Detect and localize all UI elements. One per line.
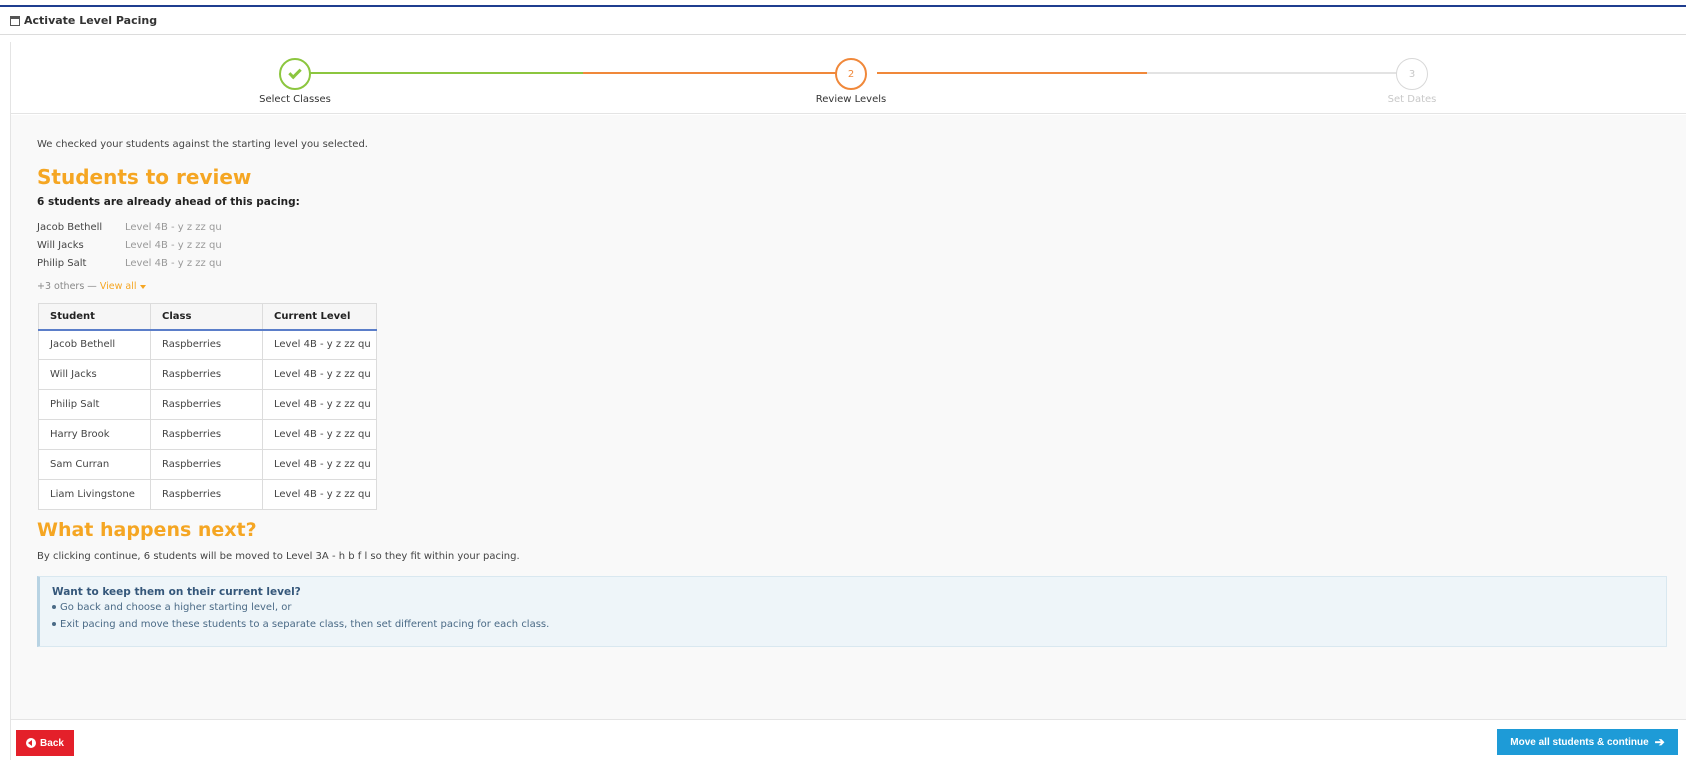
table-row: Jacob Bethell Raspberries Level 4B - y z… xyxy=(38,329,377,360)
cell-student: Philip Salt xyxy=(38,389,151,420)
list-item: Philip Salt Level 4B - y z zz qu xyxy=(37,254,222,272)
cell-class: Raspberries xyxy=(150,479,263,510)
student-name: Jacob Bethell xyxy=(37,221,103,233)
cell-student: Harry Brook xyxy=(38,419,151,450)
others-summary: +3 others — View all xyxy=(37,281,146,292)
cell-class: Raspberries xyxy=(150,449,263,480)
table-header-row: Student Class Current Level xyxy=(38,303,377,331)
bullet-icon xyxy=(52,622,56,626)
step-connector-complete xyxy=(309,72,583,74)
table-row: Harry Brook Raspberries Level 4B - y z z… xyxy=(38,419,377,450)
student-preview-list: Jacob Bethell Level 4B - y z zz qu Will … xyxy=(37,218,222,272)
top-accent-bar xyxy=(0,0,1686,7)
step-3-label: Set Dates xyxy=(1387,94,1437,105)
move-all-continue-button[interactable]: Move all students & continue ➔ xyxy=(1497,729,1678,755)
cell-level: Level 4B - y z zz qu xyxy=(262,449,377,480)
step-connector-complete xyxy=(583,72,846,74)
continue-button-label: Move all students & continue xyxy=(1510,736,1649,748)
others-count: +3 others — xyxy=(37,281,97,292)
student-level: Level 4B - y z zz qu xyxy=(125,221,222,233)
column-header-student: Student xyxy=(38,303,151,331)
cell-student: Will Jacks xyxy=(38,359,151,390)
arrow-circle-left-icon xyxy=(26,738,37,748)
view-all-link[interactable]: View all xyxy=(100,281,146,292)
step-2-circle: 2 xyxy=(835,58,867,90)
stepper: 2 3 Select Classes Review Levels Set Dat… xyxy=(11,42,1686,114)
step-1-label: Select Classes xyxy=(259,94,331,105)
what-happens-next-text: By clicking continue, 6 students will be… xyxy=(37,551,520,562)
step-2-number: 2 xyxy=(847,68,855,80)
students-table: Student Class Current Level Jacob Bethel… xyxy=(38,303,377,510)
cell-student: Sam Curran xyxy=(38,449,151,480)
step-connector-upcoming xyxy=(1147,72,1407,74)
step-2-label: Review Levels xyxy=(815,94,887,105)
table-row: Philip Salt Raspberries Level 4B - y z z… xyxy=(38,389,377,420)
back-button-label: Back xyxy=(40,737,64,749)
info-callout: Want to keep them on their current level… xyxy=(37,576,1667,647)
info-bullet: Go back and choose a higher starting lev… xyxy=(52,602,1654,619)
table-row: Sam Curran Raspberries Level 4B - y z zz… xyxy=(38,449,377,480)
student-name: Will Jacks xyxy=(37,239,84,251)
title-bar: Activate Level Pacing xyxy=(0,7,1686,35)
what-happens-next-heading: What happens next? xyxy=(37,519,257,541)
calendar-icon xyxy=(10,15,20,26)
back-button[interactable]: Back xyxy=(16,730,74,756)
list-item: Jacob Bethell Level 4B - y z zz qu xyxy=(37,218,222,236)
step-3-number: 3 xyxy=(1408,68,1416,80)
step-connector-current xyxy=(877,72,1147,74)
info-bullet-text: Exit pacing and move these students to a… xyxy=(60,619,550,630)
cell-class: Raspberries xyxy=(150,359,263,390)
page-title: Activate Level Pacing xyxy=(24,14,158,27)
info-title: Want to keep them on their current level… xyxy=(52,586,301,598)
cell-level: Level 4B - y z zz qu xyxy=(262,419,377,450)
column-header-class: Class xyxy=(150,303,263,331)
student-level: Level 4B - y z zz qu xyxy=(125,239,222,251)
cell-class: Raspberries xyxy=(150,419,263,450)
arrow-right-icon: ➔ xyxy=(1654,735,1665,749)
students-to-review-heading: Students to review xyxy=(37,165,252,189)
footer-bar: Back Move all students & continue ➔ xyxy=(11,719,1686,760)
cell-student: Liam Livingstone xyxy=(38,479,151,510)
review-content: We checked your students against the sta… xyxy=(11,115,1686,719)
table-row: Will Jacks Raspberries Level 4B - y z zz… xyxy=(38,359,377,390)
cell-level: Level 4B - y z zz qu xyxy=(262,389,377,420)
student-level: Level 4B - y z zz qu xyxy=(125,257,222,269)
column-header-current-level: Current Level xyxy=(262,303,377,331)
intro-text: We checked your students against the sta… xyxy=(37,139,368,150)
checkmark-icon xyxy=(288,65,302,80)
cell-level: Level 4B - y z zz qu xyxy=(262,359,377,390)
cell-class: Raspberries xyxy=(150,329,263,360)
pacing-card: 2 3 Select Classes Review Levels Set Dat… xyxy=(10,42,1686,760)
bullet-icon xyxy=(52,605,56,609)
cell-level: Level 4B - y z zz qu xyxy=(262,329,377,360)
view-all-label: View all xyxy=(99,281,137,292)
info-bullet-text: Go back and choose a higher starting lev… xyxy=(60,602,292,613)
ahead-count-text: 6 students are already ahead of this pac… xyxy=(37,196,300,208)
student-name: Philip Salt xyxy=(37,257,87,269)
info-bullet: Exit pacing and move these students to a… xyxy=(52,619,1654,636)
step-3-circle: 3 xyxy=(1396,58,1428,90)
cell-student: Jacob Bethell xyxy=(38,329,151,360)
step-1-circle[interactable] xyxy=(279,58,311,90)
cell-class: Raspberries xyxy=(150,389,263,420)
cell-level: Level 4B - y z zz qu xyxy=(262,479,377,510)
caret-down-icon xyxy=(139,284,146,289)
table-row: Liam Livingstone Raspberries Level 4B - … xyxy=(38,479,377,510)
list-item: Will Jacks Level 4B - y z zz qu xyxy=(37,236,222,254)
